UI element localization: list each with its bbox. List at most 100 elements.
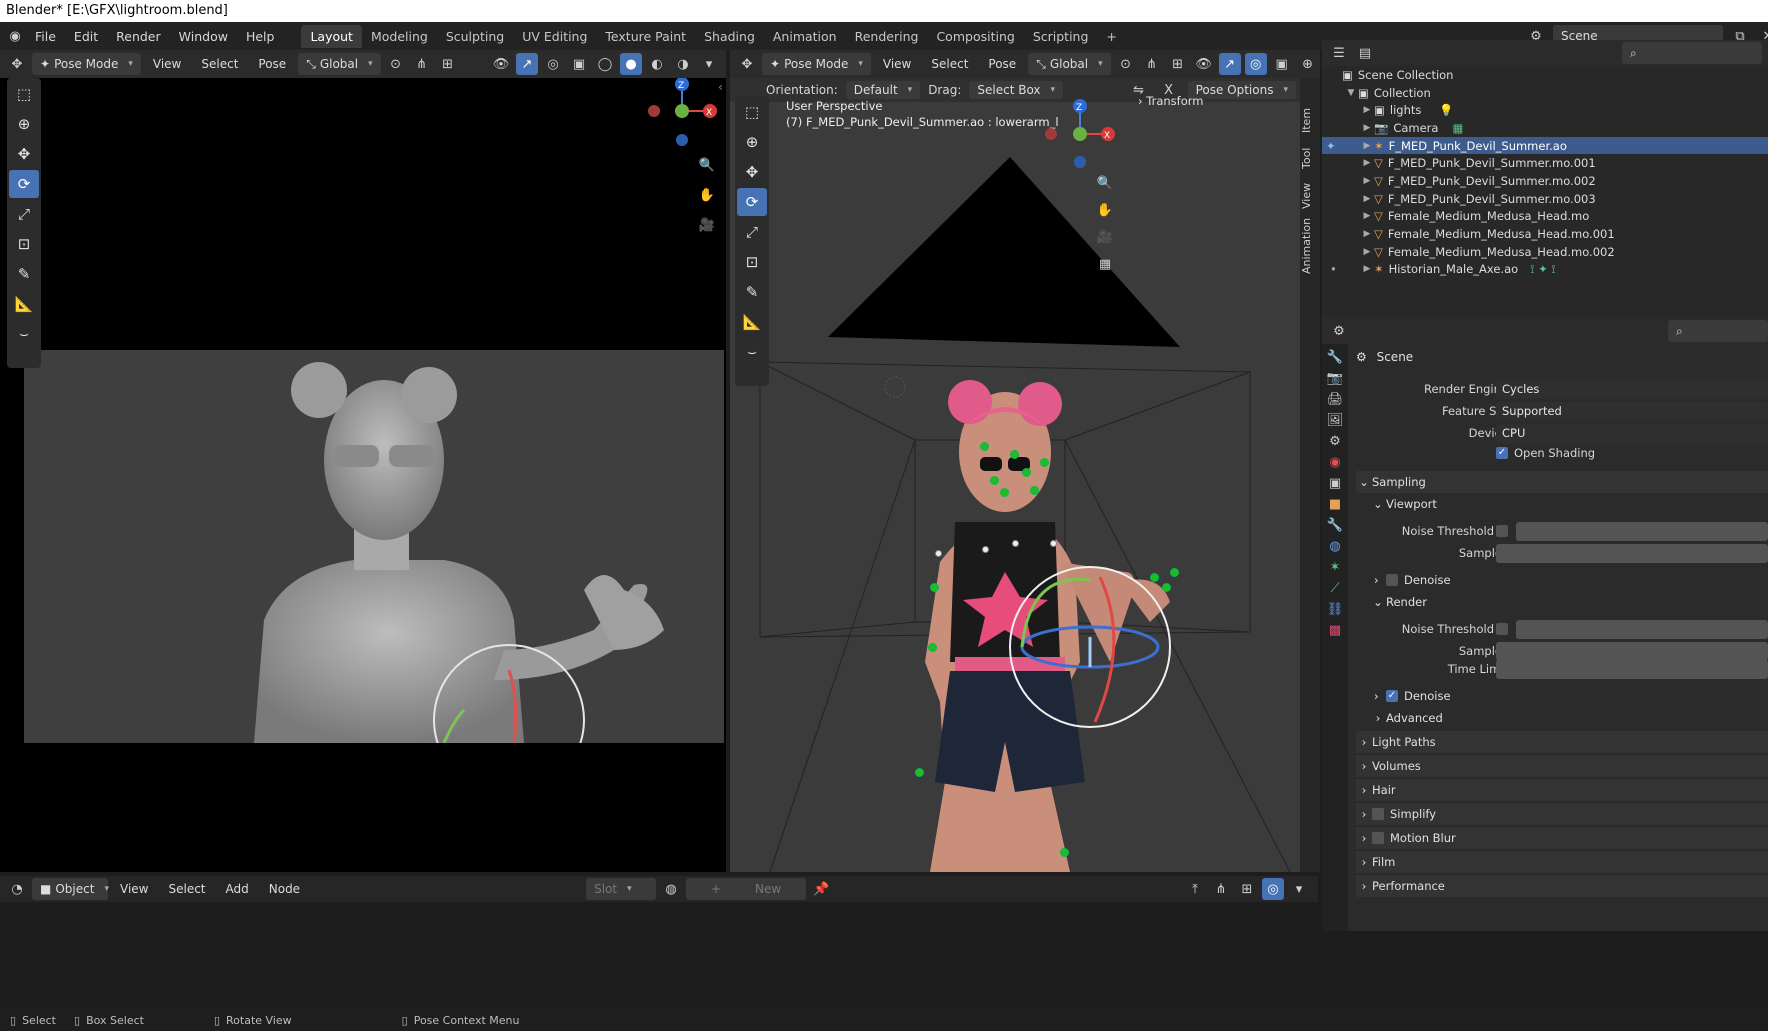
parent-node-icon[interactable]: ⤒ <box>1184 878 1206 900</box>
bone-spine-2[interactable] <box>928 643 937 652</box>
wireframe-shading-icon[interactable]: ⊕ <box>1297 53 1319 75</box>
shader-editor-icon[interactable]: ◔ <box>6 878 28 900</box>
denoise-checkbox[interactable]: ✓ <box>1386 690 1398 702</box>
rendered-shading-icon[interactable]: ◑ <box>672 53 694 75</box>
expand-right-icon[interactable]: ▶ <box>1360 123 1374 133</box>
overlay-icon[interactable]: ◎ <box>1262 878 1284 900</box>
denoise-checkbox[interactable] <box>1386 574 1398 586</box>
bone-hand-3[interactable] <box>1170 568 1179 577</box>
outliner-editor-icon[interactable]: ☰ <box>1328 42 1350 64</box>
cursor-tool-icon[interactable]: ⊕ <box>737 128 767 156</box>
bone-chest-2[interactable] <box>982 546 989 553</box>
left-menu-view[interactable]: View <box>145 53 189 75</box>
motion-blur-panel-header[interactable]: › Motion Blur <box>1356 827 1768 849</box>
expand-right-icon[interactable]: ▶ <box>1360 264 1374 274</box>
pan-hand-icon[interactable]: ✋ <box>696 184 718 206</box>
snap-icon[interactable]: ⋔ <box>1210 878 1232 900</box>
relax-pose-tool-icon[interactable]: ⌣ <box>737 338 767 366</box>
cursor-tool-icon[interactable]: ⊕ <box>9 110 39 138</box>
left-mode-dropdown[interactable]: ✦ Pose Mode ▾ <box>32 53 141 75</box>
tab-animation-side[interactable]: Animation <box>1300 216 1318 276</box>
expand-right-icon[interactable]: ▶ <box>1360 105 1374 115</box>
orientation-default-dropdown[interactable]: Default ▾ <box>845 81 921 99</box>
measure-tool-icon[interactable]: 📐 <box>9 290 39 318</box>
object-type-dropdown[interactable]: ■ Object ▾ <box>32 878 109 900</box>
properties-editor-icon[interactable]: ⚙ <box>1328 320 1350 342</box>
motion-blur-checkbox[interactable] <box>1372 832 1384 844</box>
volumes-panel-header[interactable]: › Volumes <box>1356 755 1768 777</box>
open-shading-row[interactable]: ✓ Open Shading <box>1322 442 1768 464</box>
rotate-tool-icon[interactable]: ⟳ <box>737 188 767 216</box>
noise-threshold-field[interactable] <box>1516 521 1768 541</box>
snap-icon[interactable]: ⋔ <box>411 53 433 75</box>
tab-uv-editing[interactable]: UV Editing <box>513 25 596 48</box>
bottom-menu-node[interactable]: Node <box>261 878 308 900</box>
camera-view-icon[interactable]: 🎥 <box>696 214 718 236</box>
viewport-denoise-header[interactable]: › Denoise <box>1356 569 1768 591</box>
viewport-samples-field[interactable] <box>1496 543 1768 563</box>
overlay-options-icon[interactable]: ▾ <box>1288 878 1310 900</box>
expand-down-icon[interactable]: ▼ <box>1344 88 1358 98</box>
select-box-tool-icon[interactable]: ⬚ <box>737 98 767 126</box>
expand-right-icon[interactable]: ▶ <box>1360 141 1374 151</box>
left-menu-pose[interactable]: Pose <box>250 53 294 75</box>
expand-right-icon[interactable]: ▶ <box>1360 247 1374 257</box>
bone-leg-2[interactable] <box>1060 848 1069 857</box>
editor-type-icon[interactable]: ✥ <box>6 53 28 75</box>
move-tool-icon[interactable]: ✥ <box>9 140 39 168</box>
right-viewport[interactable]: Orientation: Default ▾ Drag: Select Box ▾ … <box>730 78 1300 872</box>
camera-view-icon[interactable]: 🎥 <box>1094 226 1116 248</box>
xray-icon[interactable]: ▣ <box>568 53 590 75</box>
render-subpanel-header[interactable]: ⌄ Render <box>1356 591 1768 613</box>
sampling-panel-header[interactable]: ⌄ Sampling <box>1356 471 1768 493</box>
snap-target-icon[interactable]: ⊞ <box>1167 53 1189 75</box>
film-panel-header[interactable]: › Film <box>1356 851 1768 873</box>
visibility-icon[interactable]: 👁 <box>490 53 512 75</box>
menu-help[interactable]: Help <box>237 29 284 44</box>
ortho-grid-icon[interactable]: ▦ <box>1094 253 1116 275</box>
drag-select-box-dropdown[interactable]: Select Box ▾ <box>969 81 1064 99</box>
tab-layout[interactable]: Layout <box>301 24 362 48</box>
bone-face-4[interactable] <box>1030 486 1039 495</box>
light-paths-panel-header[interactable]: › Light Paths <box>1356 731 1768 753</box>
blender-logo-icon[interactable]: ◉ <box>4 25 26 47</box>
time-limit-field[interactable] <box>1496 659 1768 679</box>
open-shading-checkbox[interactable]: ✓ <box>1496 447 1508 459</box>
gizmo-toggle-icon[interactable]: ↗ <box>516 53 538 75</box>
expand-right-icon[interactable]: ▶ <box>1360 229 1374 239</box>
bottom-menu-view[interactable]: View <box>112 878 156 900</box>
tab-texture-paint[interactable]: Texture Paint <box>596 25 695 48</box>
tab-animation[interactable]: Animation <box>764 25 846 48</box>
wireframe-shading-icon[interactable]: ◯ <box>594 53 616 75</box>
left-viewport[interactable]: ⬚ ⊕ ✥ ⟳ ⤢ ⊡ ✎ 📐 ⌣ Z X 🔍 ✋ 🎥 ‹ <box>0 78 726 872</box>
noise-threshold-field[interactable] <box>1516 619 1768 639</box>
right-navigation-gizmo[interactable]: Z X <box>1040 98 1120 178</box>
feature-set-dropdown[interactable]: Supported <box>1496 401 1768 421</box>
slot-dropdown[interactable]: Slot ▾ <box>586 878 657 900</box>
bone-leg-1[interactable] <box>915 768 924 777</box>
bone-hand-2[interactable] <box>1162 583 1171 592</box>
expand-right-icon[interactable]: ▶ <box>1360 211 1374 221</box>
hair-panel-header[interactable]: › Hair <box>1356 779 1768 801</box>
bone-spine-1[interactable] <box>930 583 939 592</box>
simplify-checkbox[interactable] <box>1372 808 1384 820</box>
right-menu-view[interactable]: View <box>875 53 919 75</box>
device-dropdown[interactable]: CPU <box>1496 423 1768 443</box>
select-box-tool-icon[interactable]: ⬚ <box>9 80 39 108</box>
expand-right-icon[interactable]: ▶ <box>1360 194 1374 204</box>
material-browse-icon[interactable]: ◍ <box>660 878 682 900</box>
material-shading-icon[interactable]: ◐ <box>646 53 668 75</box>
outliner-item[interactable]: • ▶ ✶ Historian_Male_Axe.ao ⟟ ✦ ⟟ <box>1322 261 1768 279</box>
advanced-subpanel-header[interactable]: › Advanced <box>1356 707 1768 729</box>
visibility-icon[interactable]: 👁 <box>1193 53 1215 75</box>
new-material-button[interactable]: + New <box>686 878 807 900</box>
pivot-icon[interactable]: ⊙ <box>1115 53 1137 75</box>
overlay-icon[interactable]: ◎ <box>1244 53 1267 75</box>
bottom-menu-add[interactable]: Add <box>218 878 257 900</box>
outliner-root[interactable]: ▣ Scene Collection <box>1322 66 1768 84</box>
bone-head[interactable] <box>990 476 999 485</box>
viewport-subpanel-header[interactable]: ⌄ Viewport <box>1356 493 1768 515</box>
outliner-item[interactable]: ▶ ▽ F_MED_Punk_Devil_Summer.mo.003 <box>1322 190 1768 208</box>
bone-face-3[interactable] <box>1000 488 1009 497</box>
gizmo-toggle-icon[interactable]: ↗ <box>1218 53 1241 75</box>
